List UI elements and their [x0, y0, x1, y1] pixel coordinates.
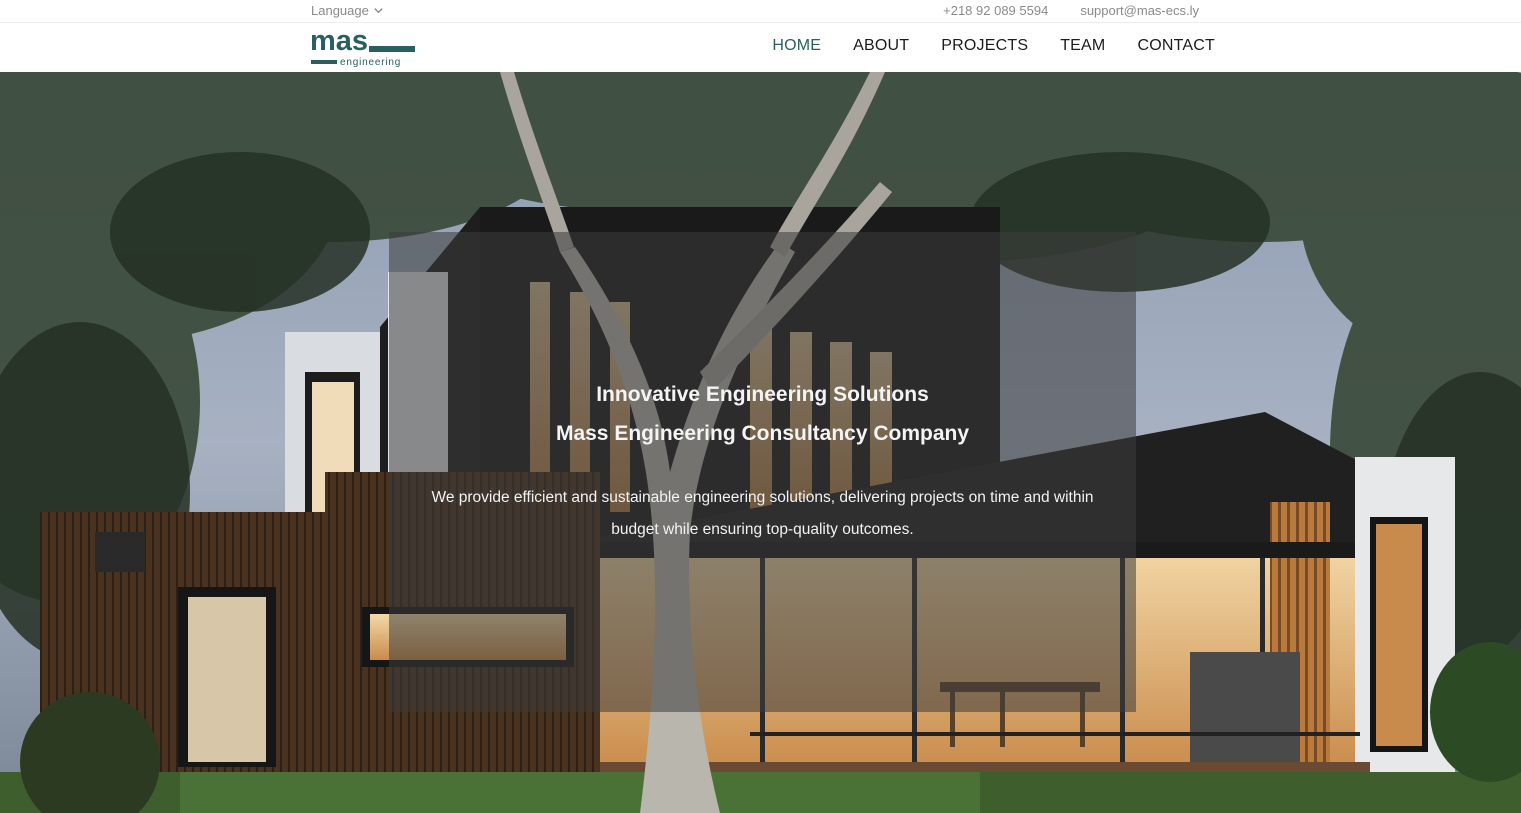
language-selector[interactable]: Language [311, 3, 384, 18]
nav-item-projects[interactable]: PROJECTS [941, 37, 1028, 55]
nav-item-home[interactable]: HOME [772, 37, 821, 55]
language-label: Language [311, 3, 369, 18]
hero-text-overlay [389, 232, 1136, 712]
phone-number[interactable]: +218 92 089 5594 [943, 3, 1048, 18]
contact-info: +218 92 089 5594 support@mas-ecs.ly [943, 3, 1199, 18]
logo-main-text: mas [310, 27, 368, 57]
hero-title-line2: Mass Engineering Consultancy Company [555, 422, 970, 445]
main-navbar: mas engineering HOME ABOUT PROJECTS TEAM… [0, 23, 1521, 72]
hero-section: Innovative Engineering Solutions Mass En… [0, 72, 1521, 813]
nav-item-about[interactable]: ABOUT [853, 37, 909, 55]
top-utility-bar: Language +218 92 089 5594 support@mas-ec… [0, 0, 1521, 23]
hero-description: We provide efficient and sustainable eng… [431, 489, 1094, 538]
logo-sub-text: engineering [340, 57, 401, 68]
hero-title-line1: Innovative Engineering Solutions [596, 383, 929, 406]
email-address[interactable]: support@mas-ecs.ly [1080, 3, 1199, 18]
nav-item-contact[interactable]: CONTACT [1137, 37, 1215, 55]
chevron-down-icon [374, 8, 383, 14]
nav-item-team[interactable]: TEAM [1060, 37, 1105, 55]
primary-nav: HOME ABOUT PROJECTS TEAM CONTACT [772, 37, 1215, 55]
company-logo[interactable]: mas engineering [310, 27, 420, 69]
